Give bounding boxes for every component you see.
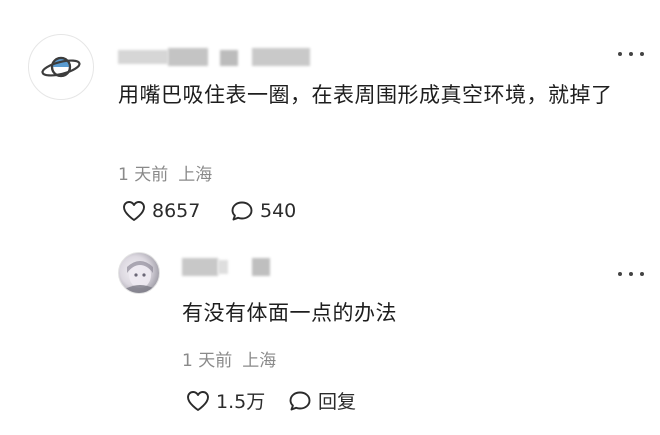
reply-location: 上海	[242, 351, 277, 371]
comment-bubble-icon	[231, 201, 253, 221]
avatar[interactable]	[28, 34, 94, 100]
like-button[interactable]: 8657	[122, 200, 200, 222]
reply-count: 540	[260, 200, 297, 222]
more-dots-icon[interactable]	[618, 269, 644, 279]
reply-time: 1 天前	[182, 351, 233, 371]
reply-text: 有没有体面一点的办法	[182, 301, 397, 325]
username[interactable]	[118, 46, 318, 68]
heart-icon	[187, 390, 209, 411]
reply-username[interactable]	[182, 256, 282, 278]
like-count: 8657	[152, 200, 201, 222]
reply-like-button[interactable]: 1.5万	[186, 387, 265, 414]
comment-bubble-icon	[289, 391, 311, 410]
reply-label: 回复	[318, 391, 357, 413]
reply-like-count: 1.5万	[216, 391, 266, 413]
comment-location: 上海	[178, 165, 213, 185]
reply-button[interactable]: 回复	[288, 387, 356, 414]
comment-meta: 1 天前 上海	[118, 160, 212, 185]
comment-text: 用嘴巴吸住表一圈，在表周围形成真空环境，就掉了	[118, 83, 613, 107]
more-dots-icon[interactable]	[618, 49, 644, 59]
heart-icon	[123, 201, 145, 221]
planet-icon	[41, 56, 81, 78]
reply-meta: 1 天前 上海	[182, 346, 276, 371]
comment-time: 1 天前	[118, 165, 169, 185]
reply-avatar[interactable]	[118, 252, 160, 294]
avatar-image	[125, 261, 155, 293]
reply-count-button[interactable]: 540	[230, 200, 296, 222]
